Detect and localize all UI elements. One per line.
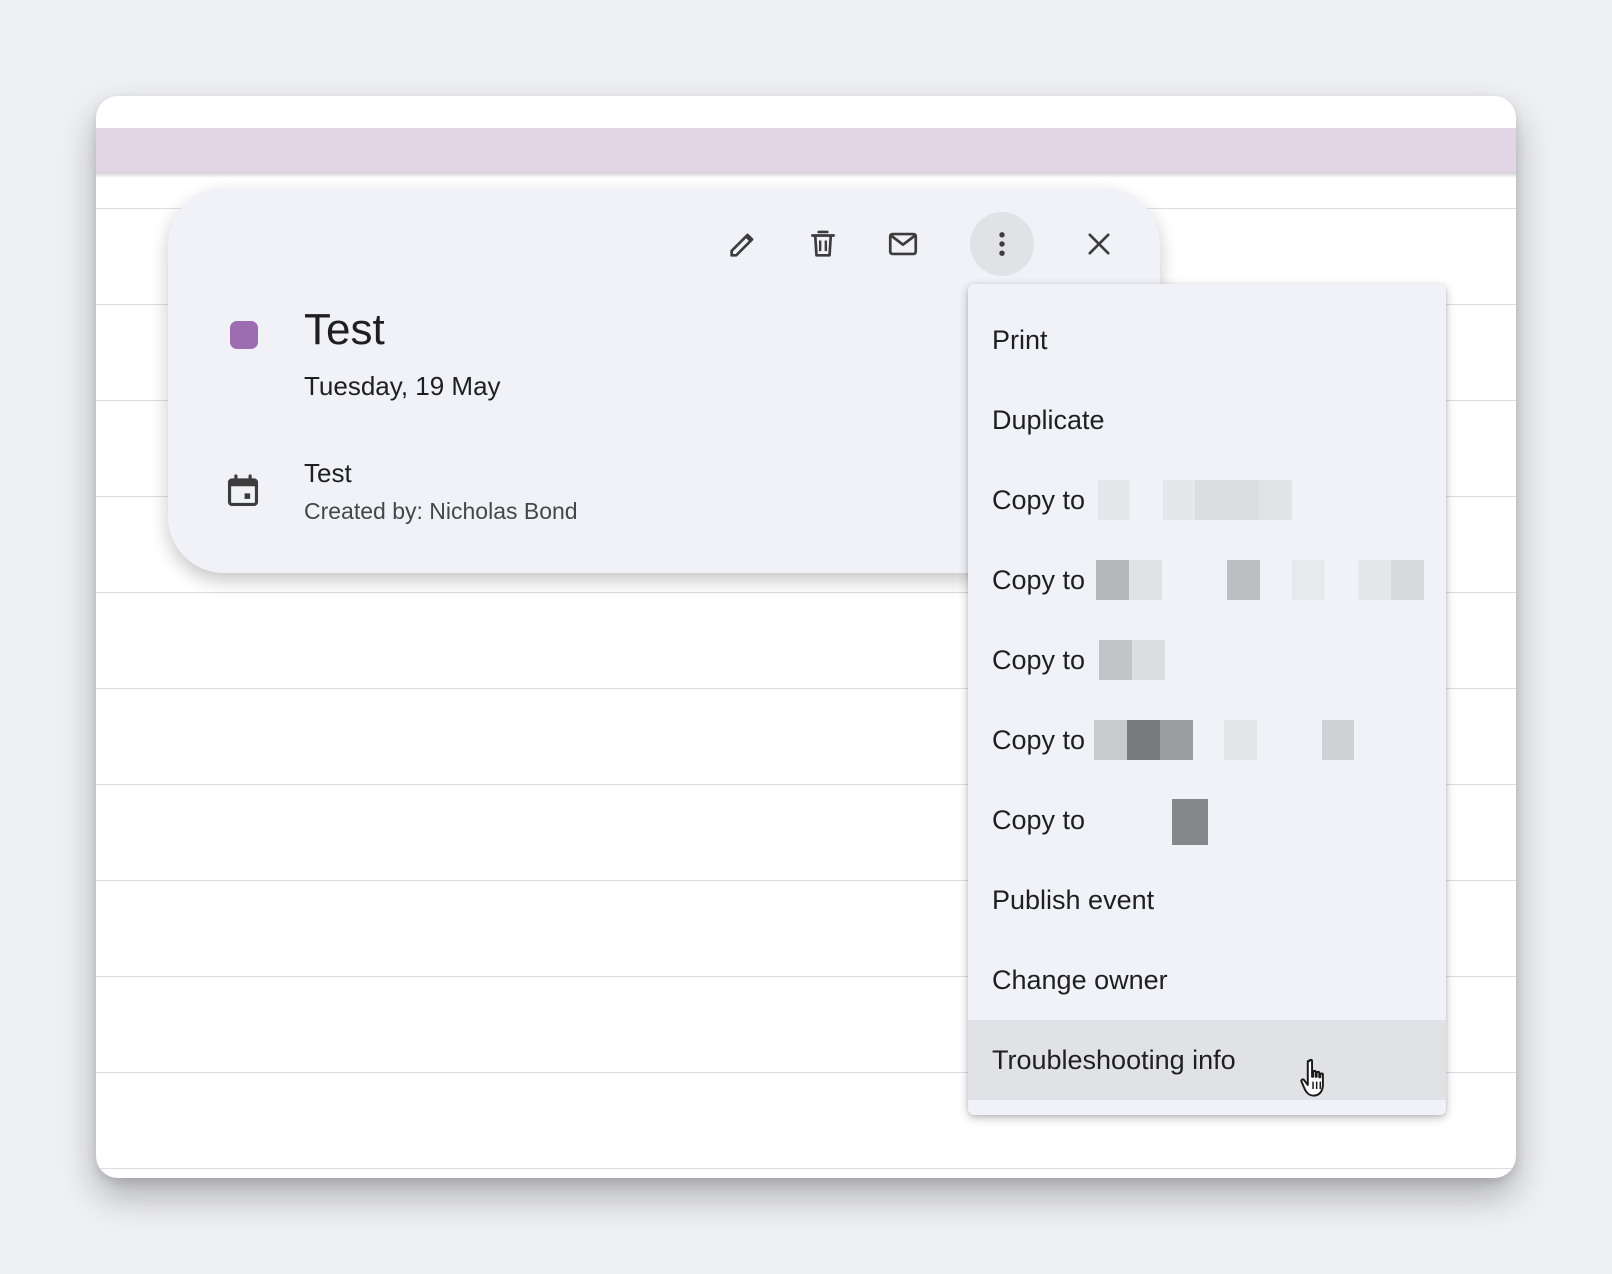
- menu-item-label: Copy to: [992, 804, 1086, 835]
- redacted-calendar-name: [1259, 480, 1292, 520]
- hand-pointer-icon: [1300, 1058, 1324, 1097]
- pencil-icon: [730, 233, 754, 257]
- event-creator: Created by: Nicholas Bond: [304, 498, 578, 524]
- event-title: Test: [304, 305, 385, 354]
- redacted-calendar-name: [1096, 560, 1129, 600]
- menu-item-troubleshooting-info[interactable]: Troubleshooting info: [968, 1020, 1446, 1100]
- hour-gridline: [96, 1168, 1516, 1169]
- redacted-calendar-name: [1195, 480, 1259, 520]
- menu-item-label: Duplicate: [992, 404, 1105, 435]
- menu-item-print[interactable]: Print: [968, 300, 1446, 380]
- menu-item-duplicate[interactable]: Duplicate: [968, 380, 1446, 460]
- redacted-calendar-name: [1358, 560, 1391, 600]
- redacted-calendar-name: [1224, 720, 1257, 760]
- menu-item-label: Copy to: [992, 644, 1086, 675]
- menu-item-label: Copy to: [992, 564, 1086, 595]
- band-divider: [96, 172, 1516, 178]
- all-day-band: [96, 128, 1516, 172]
- edit-event-button[interactable]: [711, 212, 775, 276]
- more-options-menu: Print Duplicate Copy to Copy to Copy to …: [968, 284, 1446, 1115]
- redacted-calendar-name: [1132, 640, 1165, 680]
- redacted-calendar-name: [1163, 480, 1195, 520]
- calendar-icon: [227, 474, 259, 507]
- event-color-swatch: [230, 321, 258, 349]
- menu-item-change-owner[interactable]: Change owner: [968, 940, 1446, 1020]
- menu-item-copy-to[interactable]: Copy to: [968, 460, 1446, 540]
- redacted-calendar-name: [1292, 560, 1325, 600]
- calendar-name: Test: [304, 458, 352, 488]
- menu-item-copy-to[interactable]: Copy to: [968, 700, 1446, 780]
- menu-item-label: Change owner: [992, 964, 1168, 995]
- delete-event-button[interactable]: [791, 212, 855, 276]
- redacted-calendar-name: [1391, 560, 1424, 600]
- menu-item-label: Copy to: [992, 484, 1086, 515]
- redacted-calendar-name: [1227, 560, 1260, 600]
- menu-item-label: Copy to: [992, 724, 1086, 755]
- event-date: Tuesday, 19 May: [304, 371, 501, 401]
- menu-item-copy-to[interactable]: Copy to: [968, 780, 1446, 860]
- redacted-calendar-name: [1098, 480, 1130, 520]
- menu-item-label: Print: [992, 324, 1048, 355]
- redacted-calendar-name: [1322, 720, 1354, 760]
- close-button[interactable]: [1067, 212, 1131, 276]
- menu-item-copy-to[interactable]: Copy to: [968, 540, 1446, 620]
- redacted-calendar-name: [1127, 720, 1160, 760]
- email-guests-button[interactable]: [871, 212, 935, 276]
- redacted-calendar-name: [1094, 720, 1127, 760]
- mail-icon: [888, 232, 918, 256]
- menu-item-label: Troubleshooting info: [992, 1044, 1236, 1075]
- close-icon: [1088, 233, 1110, 255]
- trash-icon: [811, 230, 835, 257]
- redacted-calendar-name: [1099, 640, 1132, 680]
- redacted-calendar-name: [1160, 720, 1193, 760]
- redacted-calendar-name: [1129, 560, 1162, 600]
- menu-item-label: Publish event: [992, 884, 1155, 915]
- more-vert-icon: [999, 232, 1005, 256]
- redacted-calendar-name: [1172, 799, 1208, 845]
- menu-item-publish-event[interactable]: Publish event: [968, 860, 1446, 940]
- menu-item-copy-to[interactable]: Copy to: [968, 620, 1446, 700]
- more-options-button[interactable]: [970, 212, 1034, 276]
